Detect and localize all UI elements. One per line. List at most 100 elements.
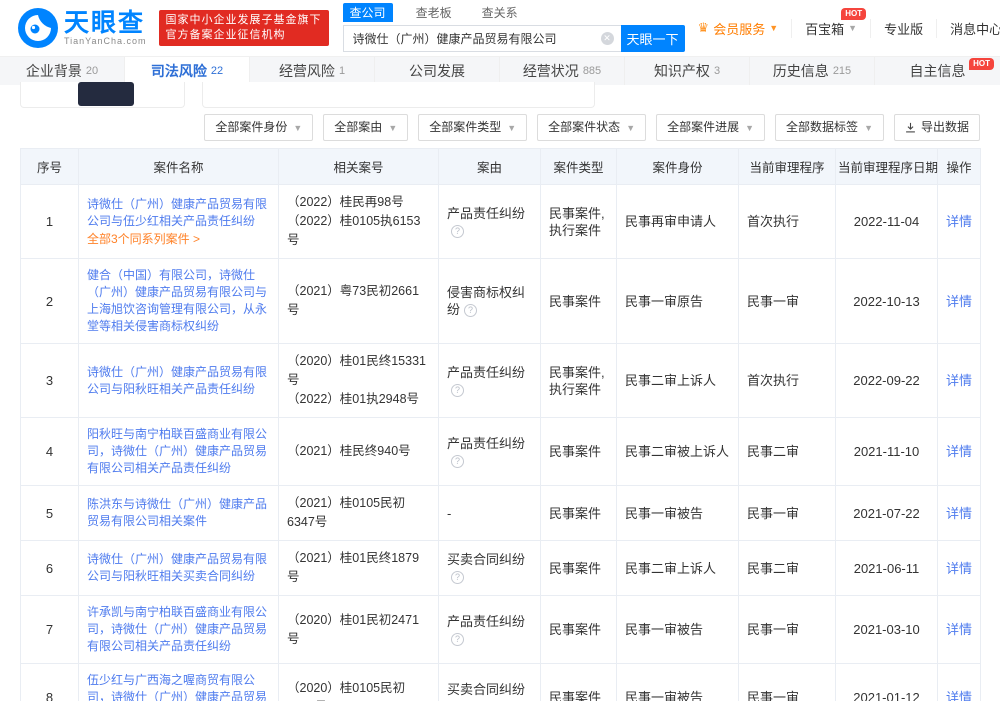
case-number: （2020）桂0105民初3305号 xyxy=(287,680,406,701)
search-scope-tab[interactable]: 查老板 xyxy=(409,3,459,22)
column-header: 当前审理程序日期 xyxy=(835,148,938,185)
chevron-down-icon: ▼ xyxy=(864,122,873,133)
case-name-link[interactable]: 陈洪东与诗微仕（广州）健康产品贸易有限公司相关案件 xyxy=(87,496,270,530)
chevron-down-icon: ▼ xyxy=(388,122,398,133)
filter-dropdown[interactable]: 全部案件进展 ▼ xyxy=(656,113,766,141)
case-index: 4 xyxy=(20,417,79,486)
partial-card-right xyxy=(202,82,595,108)
current-procedure-cell: 民事一审 xyxy=(738,258,836,344)
nav-item[interactable]: ♛ 专业版 ▼ xyxy=(870,18,936,38)
case-index: 7 xyxy=(20,595,79,664)
case-type-cell: 民事案件,执行案件 xyxy=(540,343,617,418)
case-name-cell: 陈洪东与诗微仕（广州）健康产品贸易有限公司相关案件 xyxy=(78,485,279,541)
detail-link[interactable]: 详情 xyxy=(946,444,972,459)
case-numbers-cell: （2021）桂0105民初6347号 xyxy=(278,485,439,541)
case-index: 6 xyxy=(20,540,79,596)
search-scope-tab[interactable]: 查关系 xyxy=(475,3,525,22)
case-name-link[interactable]: 伍少红与广西海之喔商贸有限公司，诗微仕（广州）健康产品贸易有限公司相关买卖合同纠… xyxy=(87,672,270,701)
filter-dropdown[interactable]: 全部案件类型 ▼ xyxy=(418,113,528,141)
partial-card-left xyxy=(20,82,185,108)
detail-link[interactable]: 详情 xyxy=(946,561,972,576)
case-name-link[interactable]: 许承凯与南宁柏联百盛商业有限公司，诗微仕（广州）健康产品贸易有限公司相关产品责任… xyxy=(87,604,270,655)
section-tab[interactable]: 经营风险 1 xyxy=(250,57,375,85)
nav-item[interactable]: ♛ 百宝箱 ▼ HOT xyxy=(791,7,870,38)
table-row: 7 许承凯与南宁柏联百盛商业有限公司，诗微仕（广州）健康产品贸易有限公司相关产品… xyxy=(20,595,981,664)
case-type-cell: 民事案件 xyxy=(540,540,617,596)
section-tab[interactable]: 经营状况 885 xyxy=(500,57,625,85)
case-reason-cell: 买卖合同纠纷 xyxy=(438,663,541,701)
section-tab[interactable]: 历史信息 215 xyxy=(750,57,875,85)
detail-link[interactable]: 详情 xyxy=(946,294,972,309)
search-scope-tab[interactable]: 查公司 xyxy=(342,3,393,22)
case-reason-cell: 产品责任纠纷 xyxy=(438,343,541,418)
tab-count: 22 xyxy=(210,65,224,77)
hot-badge: HOT xyxy=(841,7,867,20)
case-numbers-cell: （2020）桂0105民初3305号 xyxy=(278,663,439,701)
detail-link[interactable]: 详情 xyxy=(946,214,972,229)
column-header: 案件类型 xyxy=(540,148,617,185)
section-tab[interactable]: 公司发展 xyxy=(375,57,500,85)
filter-dropdown[interactable]: 全部案由 ▼ xyxy=(323,113,409,141)
section-tabs: 企业背景 20 司法风险 22 经营风险 1 公司发展 经营状况 885 知识产… xyxy=(0,56,1000,85)
cases-table: 序号 案件名称 相关案号 案由 案件类型 案件身份 当前审理程序 当前审理程序日期 操作 1 诗… xyxy=(20,148,981,701)
detail-link[interactable]: 详情 xyxy=(946,690,972,701)
table-body: 1 诗微仕（广州）健康产品贸易有限公司与伍少红相关产品责任纠纷 全部3个同系列案… xyxy=(20,184,981,701)
column-header: 当前审理程序 xyxy=(738,148,836,185)
case-type-cell: 民事案件 xyxy=(540,595,617,664)
tab-count: 1 xyxy=(338,65,346,77)
case-identity-cell: 民事一审被告 xyxy=(616,485,739,541)
table-row: 1 诗微仕（广州）健康产品贸易有限公司与伍少红相关产品责任纠纷 全部3个同系列案… xyxy=(20,184,981,259)
tab-count: 20 xyxy=(85,65,99,77)
case-numbers-cell: （2021）桂01民终1879号 xyxy=(278,540,439,596)
nav-item[interactable]: ♛ 会员服务 ▼ xyxy=(685,19,792,38)
procedure-date-cell: 2021-01-12 xyxy=(835,663,938,701)
detail-link[interactable]: 详情 xyxy=(946,506,972,521)
table-row: 3 诗微仕（广州）健康产品贸易有限公司与阳秋旺相关产品责任纠纷 （2020）桂0… xyxy=(20,343,981,418)
case-name-link[interactable]: 阳秋旺与南宁柏联百盛商业有限公司，诗微仕（广州）健康产品贸易有限公司相关产品责任… xyxy=(87,426,270,477)
series-cases-link[interactable]: 全部3个同系列案件 > xyxy=(87,231,270,248)
case-numbers-cell: （2021）粤73民初2661号 xyxy=(278,258,439,344)
column-header: 相关案号 xyxy=(278,148,439,185)
case-name-cell: 阳秋旺与南宁柏联百盛商业有限公司，诗微仕（广州）健康产品贸易有限公司相关产品责任… xyxy=(78,417,279,486)
procedure-date-cell: 2021-07-22 xyxy=(835,485,938,541)
clear-search-icon[interactable]: ✕ xyxy=(600,32,614,45)
crown-icon: ♛ xyxy=(697,20,710,35)
table-row: 4 阳秋旺与南宁柏联百盛商业有限公司，诗微仕（广州）健康产品贸易有限公司相关产品… xyxy=(20,417,981,486)
case-name-link[interactable]: 诗微仕（广州）健康产品贸易有限公司与阳秋旺相关买卖合同纠纷 xyxy=(87,551,270,585)
case-index: 8 xyxy=(20,663,79,701)
help-icon[interactable] xyxy=(451,224,464,238)
search-input[interactable] xyxy=(342,25,621,52)
export-data-button[interactable]: 导出数据 xyxy=(893,113,980,141)
section-tab[interactable]: 司法风险 22 xyxy=(125,57,250,85)
export-label: 导出数据 xyxy=(920,119,969,134)
detail-link[interactable]: 详情 xyxy=(946,622,972,637)
case-type-cell: 民事案件 xyxy=(540,417,617,486)
case-name-link[interactable]: 健合（中国）有限公司，诗微仕（广州）健康产品贸易有限公司与上海旭饮咨询管理有限公… xyxy=(87,267,270,335)
brand-name: 天眼查 xyxy=(64,9,146,37)
section-tab[interactable]: 知识产权 3 xyxy=(625,57,750,85)
action-cell: 详情 xyxy=(937,485,981,541)
help-icon[interactable] xyxy=(451,454,464,468)
filter-dropdown[interactable]: 全部案件身份 ▼ xyxy=(204,113,314,141)
case-reason-cell: 产品责任纠纷 xyxy=(438,417,541,486)
tianyancha-logo[interactable]: 天眼查 TianYanCha.com xyxy=(18,8,147,48)
help-icon[interactable] xyxy=(451,632,464,646)
filter-row: 全部案件身份 ▼ 全部案由 ▼ 全部案件类型 ▼ 全部案件状态 ▼ 全部案件进展 ▼ 全部… xyxy=(0,113,1000,141)
help-icon[interactable] xyxy=(451,383,464,397)
section-tab[interactable]: 自主信息 HOT xyxy=(875,57,1000,85)
help-icon[interactable] xyxy=(464,304,478,317)
filter-dropdown[interactable]: 全部案件状态 ▼ xyxy=(537,113,647,141)
case-name-link[interactable]: 诗微仕（广州）健康产品贸易有限公司与阳秋旺相关产品责任纠纷 xyxy=(87,364,270,398)
case-numbers-cell: （2020）桂01民终15331号 （2022）桂01执2948号 xyxy=(278,343,439,418)
nav-item[interactable]: ♛ 消息中心 ▼ xyxy=(936,18,1000,38)
column-header: 操作 xyxy=(937,148,981,185)
badge-line1: 国家中小企业发展子基金旗下 xyxy=(165,14,322,26)
help-icon[interactable] xyxy=(451,571,464,584)
case-name-link[interactable]: 诗微仕（广州）健康产品贸易有限公司与伍少红相关产品责任纠纷 xyxy=(87,196,270,230)
filter-dropdown[interactable]: 全部数据标签 ▼ xyxy=(775,113,884,141)
detail-link[interactable]: 详情 xyxy=(946,373,972,388)
section-tab[interactable]: 企业背景 20 xyxy=(0,57,125,85)
case-number: （2022）桂0105执6153号 xyxy=(287,214,421,247)
search-button[interactable]: 天眼一下 xyxy=(620,25,685,52)
case-number: （2022）桂01执2948号 xyxy=(287,392,420,406)
